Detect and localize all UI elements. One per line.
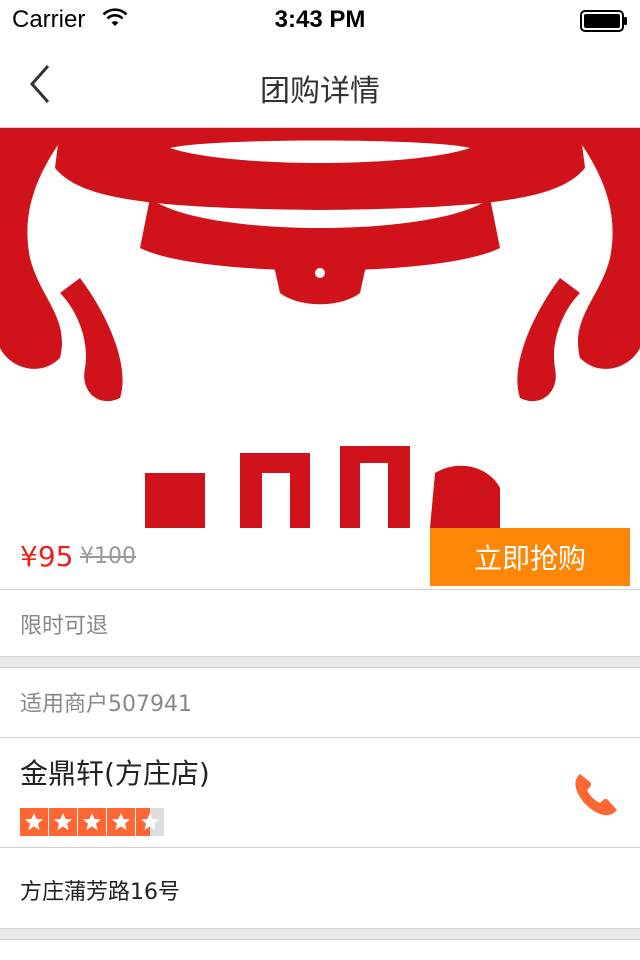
star-icon bbox=[20, 808, 48, 836]
star-icon bbox=[107, 808, 135, 836]
page-title: 团购详情 bbox=[260, 74, 380, 109]
buy-now-button[interactable]: 立即抢购 bbox=[430, 528, 630, 586]
merchant-header-label: 适用商户507941 bbox=[20, 692, 192, 717]
merchant-address: 方庄蒲芳路16号 bbox=[20, 880, 180, 905]
status-bar: Carrier 3:43 PM bbox=[0, 0, 640, 40]
merchant-info-row[interactable]: 金鼎轩(方庄店) bbox=[0, 738, 640, 848]
address-row[interactable]: 方庄蒲芳路16号 bbox=[0, 848, 640, 928]
phone-icon bbox=[575, 774, 617, 816]
refund-note: 限时可退 bbox=[20, 614, 109, 639]
merchant-section-header: 适用商户507941 bbox=[0, 668, 640, 738]
refund-policy-row: 限时可退 bbox=[0, 590, 640, 656]
restaurant-logo bbox=[0, 128, 640, 528]
star-icon bbox=[49, 808, 77, 836]
section-divider bbox=[0, 928, 640, 940]
star-rating bbox=[20, 808, 165, 836]
deal-hero-image bbox=[0, 128, 640, 528]
call-button[interactable] bbox=[570, 768, 622, 820]
clock: 3:43 PM bbox=[274, 6, 366, 33]
deal-price: ¥95 bbox=[20, 540, 74, 573]
original-price: ¥100 bbox=[80, 544, 136, 569]
price-row: ¥95 ¥100 立即抢购 bbox=[0, 528, 640, 590]
section-divider bbox=[0, 656, 640, 668]
star-icon bbox=[78, 808, 106, 836]
battery-icon bbox=[580, 10, 628, 36]
merchant-name: 金鼎轩(方庄店) bbox=[20, 757, 210, 790]
navigation-bar: 团购详情 bbox=[0, 40, 640, 128]
star-icon bbox=[136, 808, 164, 836]
